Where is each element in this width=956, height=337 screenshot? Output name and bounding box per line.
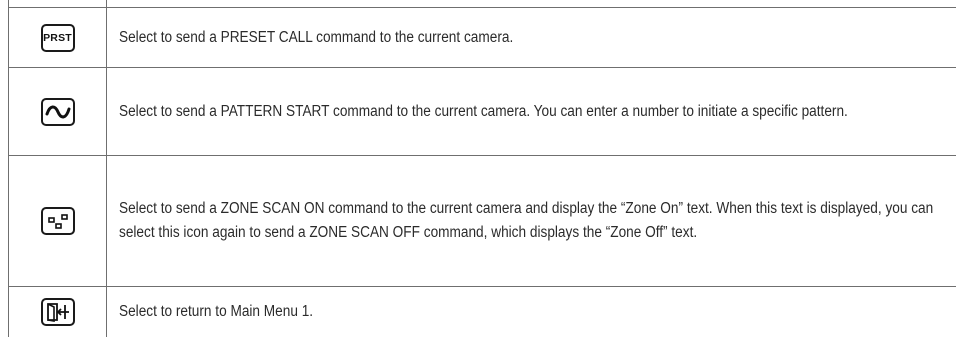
icon-cell [9,156,106,286]
prst-icon: PRST [40,23,75,52]
icon-cell [9,68,106,155]
row-description: Select to send a PRESET CALL command to … [119,28,514,46]
table-row: Select to return to Main Menu 1. [8,287,956,337]
prst-icon-label: PRST [43,31,72,44]
row-description: Select to send a PATTERN START command t… [119,102,848,120]
row-description: Select to return to Main Menu 1. [119,303,314,320]
icon-description-table: PRST Select to send a PRESET CALL comman… [8,0,956,337]
description-cell: Select to send a ZONE SCAN ON command to… [119,156,937,286]
exit-door-icon [40,298,75,326]
pattern-wave-icon [40,97,75,126]
icon-cell [9,287,106,337]
icon-cell: PRST [9,8,106,67]
zone-scan-icon [40,207,75,235]
description-cell: Select to send a PATTERN START command t… [119,68,937,155]
row-description: Select to send a ZONE SCAN ON command to… [119,200,934,241]
table-row: PRST Select to send a PRESET CALL comman… [8,8,956,67]
description-cell: Select to send a PRESET CALL command to … [119,8,937,67]
description-cell: Select to return to Main Menu 1. [119,287,937,337]
table-row: Select to send a ZONE SCAN ON command to… [8,156,956,286]
table-row: Select to send a PATTERN START command t… [8,68,956,155]
